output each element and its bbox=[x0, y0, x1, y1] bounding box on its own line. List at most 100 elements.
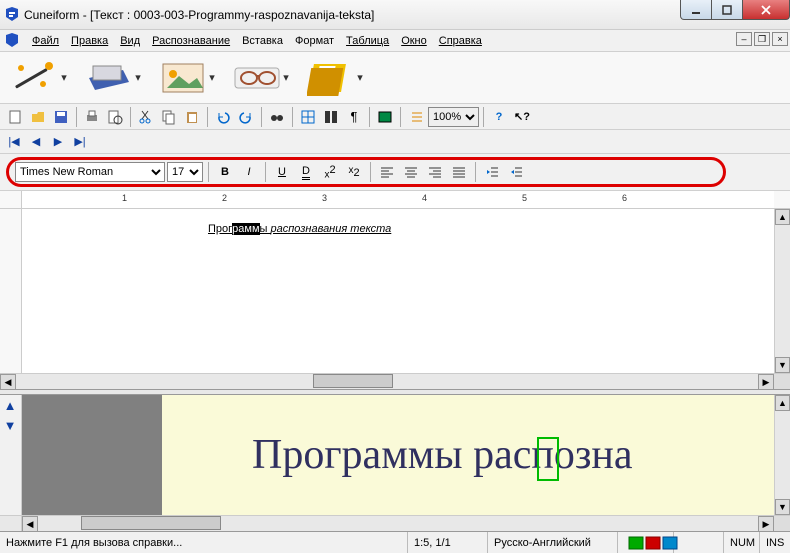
prev-error-button[interactable]: ◀ bbox=[26, 132, 46, 152]
scroll-thumb[interactable] bbox=[313, 374, 393, 388]
scroll-left-button[interactable]: ◀ bbox=[22, 516, 38, 532]
list-button[interactable] bbox=[405, 106, 427, 128]
horizontal-scrollbar[interactable]: ◀ ▶ bbox=[0, 373, 790, 389]
scissors-icon bbox=[138, 109, 154, 125]
preview-up-button[interactable]: ▲ bbox=[0, 395, 20, 415]
scroll-track[interactable] bbox=[38, 516, 758, 531]
menu-table[interactable]: Таблица bbox=[340, 33, 395, 49]
align-justify-button[interactable] bbox=[448, 162, 470, 182]
menu-window[interactable]: Окно bbox=[395, 33, 433, 49]
outdent-button[interactable] bbox=[481, 162, 503, 182]
first-error-button[interactable]: |◀ bbox=[4, 132, 24, 152]
undo-button[interactable] bbox=[212, 106, 234, 128]
font-select[interactable]: Times New Roman bbox=[15, 162, 165, 182]
menu-recognize[interactable]: Распознавание bbox=[146, 33, 236, 49]
bold-icon: B bbox=[221, 166, 229, 178]
scroll-right-button[interactable]: ▶ bbox=[758, 516, 774, 532]
text-run: распознавания текста bbox=[271, 223, 392, 235]
frame-button[interactable] bbox=[374, 106, 396, 128]
status-hint: Нажмите F1 для вызова справки... bbox=[0, 532, 408, 553]
close-button[interactable] bbox=[742, 0, 790, 20]
chevron-down-icon: ▾ bbox=[281, 71, 291, 84]
scroll-up-button[interactable]: ▲ bbox=[775, 209, 790, 225]
menu-help[interactable]: Справка bbox=[433, 33, 488, 49]
menu-file[interactable]: Файл bbox=[26, 33, 65, 49]
paragraph-button[interactable]: ¶ bbox=[343, 106, 365, 128]
menu-view[interactable]: Вид bbox=[114, 33, 146, 49]
open-image-button[interactable]: ▾ bbox=[154, 55, 222, 101]
doc-icon bbox=[4, 33, 20, 49]
bold-button[interactable]: B bbox=[214, 162, 236, 182]
document-text[interactable]: Программы распознавания текста bbox=[208, 217, 391, 237]
preview-margin bbox=[22, 395, 162, 515]
print-preview-button[interactable] bbox=[104, 106, 126, 128]
font-size-select[interactable]: 17 bbox=[167, 162, 203, 182]
find-button[interactable] bbox=[266, 106, 288, 128]
status-num: NUM bbox=[724, 532, 760, 553]
vertical-ruler[interactable] bbox=[0, 209, 22, 373]
print-button[interactable] bbox=[81, 106, 103, 128]
italic-button[interactable]: I bbox=[238, 162, 260, 182]
standard-toolbar: ¶ 100% ? ↖? bbox=[0, 104, 790, 130]
redo-button[interactable] bbox=[235, 106, 257, 128]
scroll-left-button[interactable]: ◀ bbox=[0, 374, 16, 390]
help-button[interactable]: ? bbox=[488, 106, 510, 128]
copy-button[interactable] bbox=[158, 106, 180, 128]
paste-button[interactable] bbox=[181, 106, 203, 128]
wizard-button[interactable]: ▾ bbox=[6, 55, 74, 101]
preview-vertical-scrollbar[interactable]: ▲ ▼ bbox=[774, 395, 790, 515]
scroll-down-button[interactable]: ▼ bbox=[775, 357, 790, 373]
recognize-button[interactable]: ▾ bbox=[228, 55, 296, 101]
open-button[interactable] bbox=[27, 106, 49, 128]
maximize-button[interactable] bbox=[711, 0, 743, 20]
sub-icon: x2 bbox=[348, 165, 359, 179]
save-icon bbox=[53, 109, 69, 125]
horizontal-ruler[interactable]: 1 2 3 4 5 6 bbox=[22, 191, 774, 208]
menu-edit[interactable]: Правка bbox=[65, 33, 114, 49]
menu-insert[interactable]: Вставка bbox=[236, 33, 289, 49]
context-help-button[interactable]: ↖? bbox=[511, 106, 533, 128]
cut-button[interactable] bbox=[135, 106, 157, 128]
next-error-button[interactable]: ▶ bbox=[48, 132, 68, 152]
align-center-button[interactable] bbox=[400, 162, 422, 182]
align-right-button[interactable] bbox=[424, 162, 446, 182]
scan-button[interactable]: ▾ bbox=[80, 55, 148, 101]
indent-button[interactable] bbox=[505, 162, 527, 182]
scroll-track[interactable] bbox=[775, 225, 790, 357]
page[interactable]: Программы распознавания текста bbox=[22, 209, 774, 373]
underline-button[interactable]: U bbox=[271, 162, 293, 182]
paste-icon bbox=[184, 109, 200, 125]
new-button[interactable] bbox=[4, 106, 26, 128]
frame-icon bbox=[377, 109, 393, 125]
scroll-track[interactable] bbox=[775, 411, 790, 499]
printer-icon bbox=[84, 109, 100, 125]
mdi-minimize-button[interactable]: – bbox=[736, 32, 752, 46]
mdi-close-button[interactable]: × bbox=[772, 32, 788, 46]
zoom-select[interactable]: 100% bbox=[428, 107, 479, 127]
table-button[interactable] bbox=[297, 106, 319, 128]
scroll-track[interactable] bbox=[16, 374, 758, 389]
preview-down-button[interactable]: ▼ bbox=[0, 415, 20, 435]
columns-button[interactable] bbox=[320, 106, 342, 128]
save-small-button[interactable] bbox=[50, 106, 72, 128]
preview-horizontal-scrollbar[interactable]: ◀ ▶ bbox=[0, 515, 790, 531]
scroll-up-button[interactable]: ▲ bbox=[775, 395, 790, 411]
double-underline-icon: D bbox=[302, 165, 310, 180]
save-button[interactable]: ▾ bbox=[302, 55, 370, 101]
scroll-thumb[interactable] bbox=[81, 516, 221, 530]
scroll-down-button[interactable]: ▼ bbox=[775, 499, 790, 515]
status-icon-1[interactable] bbox=[628, 536, 644, 550]
scroll-right-button[interactable]: ▶ bbox=[758, 374, 774, 390]
align-left-button[interactable] bbox=[376, 162, 398, 182]
double-underline-button[interactable]: D bbox=[295, 162, 317, 182]
columns-icon bbox=[323, 109, 339, 125]
superscript-button[interactable]: x2 bbox=[319, 162, 341, 182]
minimize-button[interactable] bbox=[680, 0, 712, 20]
last-error-button[interactable]: ▶| bbox=[70, 132, 90, 152]
preview-body[interactable]: Программы распозна bbox=[22, 395, 774, 515]
status-icon-2[interactable] bbox=[645, 536, 661, 550]
menu-format[interactable]: Формат bbox=[289, 33, 340, 49]
subscript-button[interactable]: x2 bbox=[343, 162, 365, 182]
mdi-restore-button[interactable]: ❐ bbox=[754, 32, 770, 46]
vertical-scrollbar[interactable]: ▲ ▼ bbox=[774, 209, 790, 373]
